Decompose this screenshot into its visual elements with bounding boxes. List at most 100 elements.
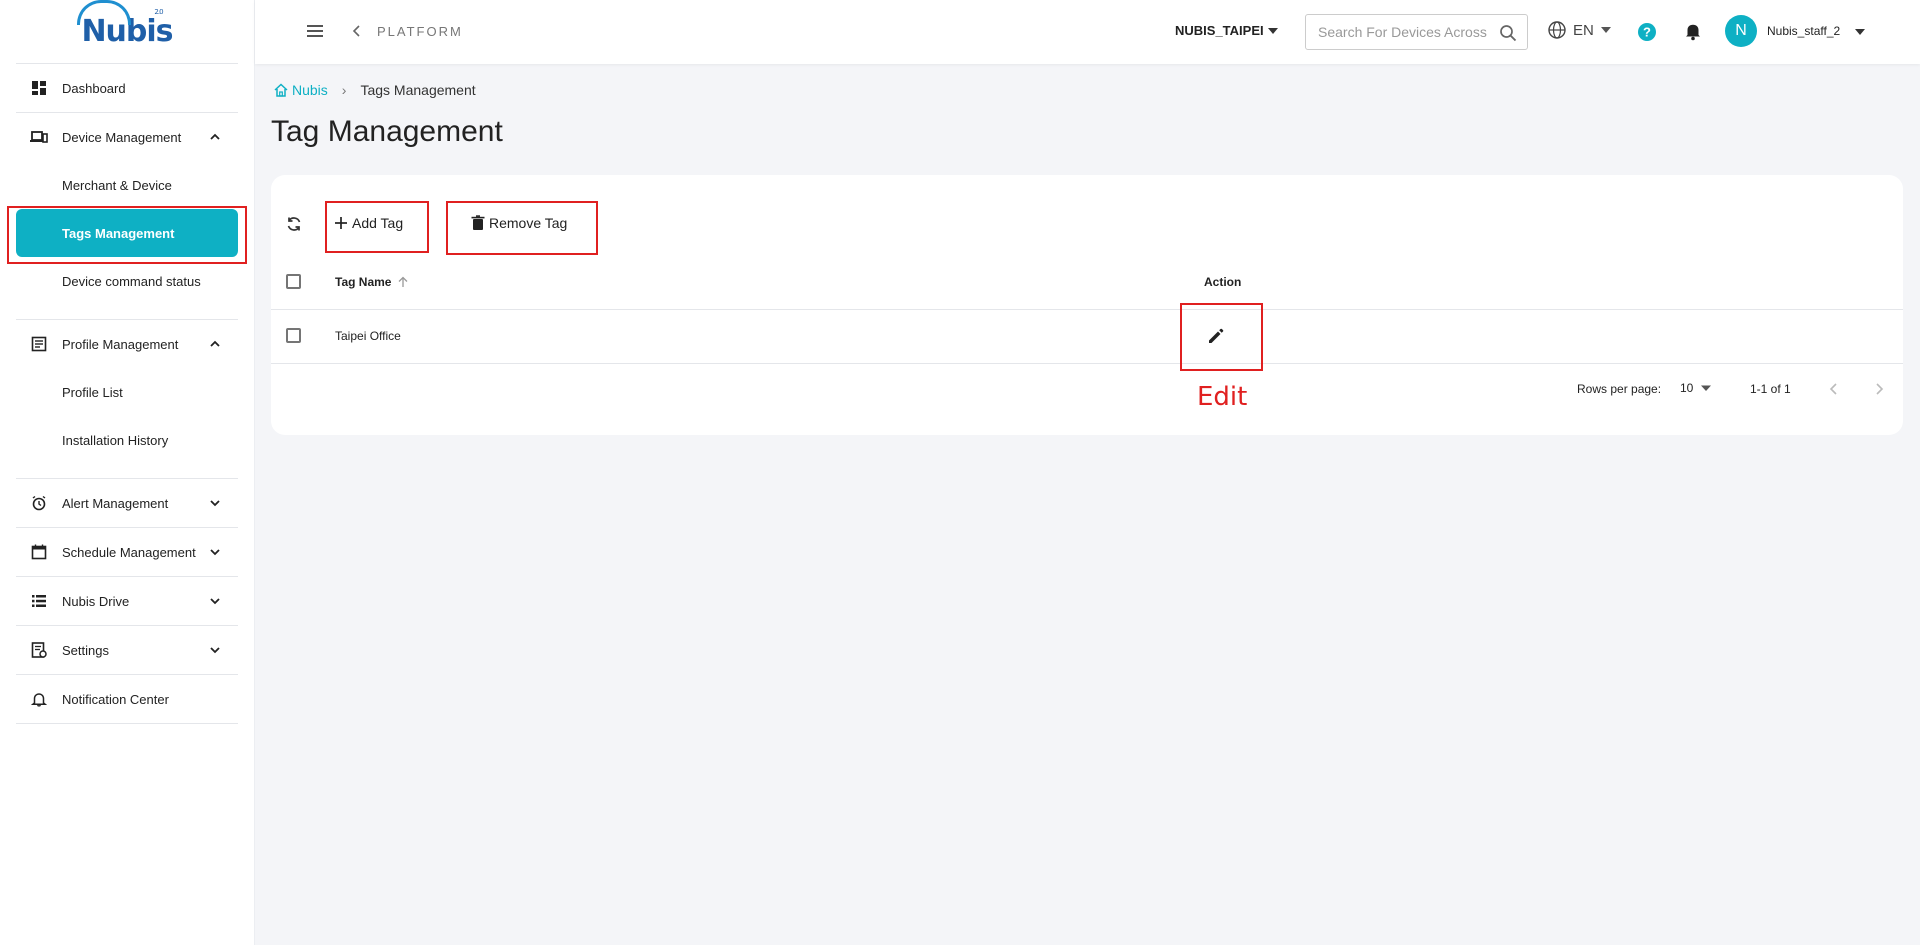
caret-down-icon — [1600, 27, 1611, 33]
trash-icon — [471, 215, 485, 230]
avatar[interactable]: N — [1725, 15, 1757, 47]
nav-group-alert-management: Alert Management — [16, 479, 238, 528]
devices-icon — [30, 128, 48, 146]
sidebar-item-schedule-management[interactable]: Schedule Management — [16, 528, 238, 576]
rows-per-page-value: 10 — [1680, 381, 1694, 395]
tag-name-cell: Taipei Office — [335, 329, 401, 343]
svg-text:?: ? — [1643, 25, 1651, 40]
language-selector[interactable]: EN — [1547, 20, 1611, 40]
chevron-down-icon — [210, 598, 220, 605]
home-icon — [274, 83, 288, 97]
chevron-up-icon — [210, 133, 220, 140]
nav-group-dashboard: Dashboard — [16, 64, 238, 113]
sidebar-item-device-management[interactable]: Device Management — [16, 113, 238, 161]
calendar-icon — [30, 543, 48, 561]
previous-page-icon[interactable] — [1827, 382, 1841, 396]
sidebar-item-label: Settings — [62, 642, 109, 658]
sidebar-item-tags-management[interactable]: Tags Management — [16, 209, 238, 257]
sidebar-item-label: Nubis Drive — [62, 593, 130, 609]
nav-group-profile-management: Profile Management Profile List Installa… — [16, 320, 238, 479]
pagination-range: 1-1 of 1 — [1750, 382, 1791, 396]
logo-wordmark: Nubis — [81, 14, 173, 49]
search-input[interactable] — [1318, 24, 1488, 40]
globe-icon — [1548, 21, 1566, 39]
page-title: Tag Management — [271, 115, 503, 148]
sidebar-item-label: Profile Management — [62, 336, 179, 352]
sidebar: Nubis 2.0 Dashboard Device Management Me… — [0, 0, 255, 945]
chevron-down-icon — [210, 549, 220, 556]
sidebar-item-installation-history[interactable]: Installation History — [16, 416, 238, 464]
sidebar-item-device-command-status[interactable]: Device command status — [16, 257, 238, 305]
remove-tag-button[interactable]: Remove Tag — [471, 205, 567, 241]
sort-arrow-up-icon — [399, 276, 408, 287]
sidebar-item-label: Dashboard — [62, 80, 126, 96]
add-tag-button[interactable]: Add Tag — [334, 205, 403, 241]
sidebar-item-label: Notification Center — [62, 691, 169, 707]
search-box — [1305, 14, 1528, 50]
chevron-left-icon[interactable] — [350, 24, 364, 38]
caret-down-icon[interactable] — [1268, 27, 1278, 35]
breadcrumb-separator: › — [341, 82, 347, 98]
menu-icon[interactable] — [306, 22, 324, 40]
rows-per-page-select[interactable]: 10 — [1680, 381, 1712, 395]
sidebar-item-label: Device Management — [62, 129, 182, 145]
nav-group-nubis-drive: Nubis Drive — [16, 577, 238, 626]
nav-group-schedule-management: Schedule Management — [16, 528, 238, 577]
list-icon — [30, 592, 48, 610]
row-checkbox[interactable] — [286, 328, 301, 343]
chevron-up-icon — [210, 340, 220, 347]
sidebar-item-profile-management[interactable]: Profile Management — [16, 320, 238, 368]
breadcrumb: Nubis › Tags Management — [273, 82, 476, 98]
breadcrumb-home-label: Nubis — [292, 82, 328, 98]
settings-doc-icon — [30, 641, 48, 659]
sidebar-item-settings[interactable]: Settings — [16, 626, 238, 674]
username[interactable]: Nubis_staff_2 — [1767, 24, 1840, 38]
refresh-icon[interactable] — [285, 215, 303, 233]
dashboard-icon — [30, 79, 48, 97]
rows-per-page-label: Rows per page: — [1577, 382, 1662, 396]
sidebar-item-alert-management[interactable]: Alert Management — [16, 479, 238, 527]
profile-icon — [30, 335, 48, 353]
logo-version: 2.0 — [154, 8, 163, 16]
chevron-down-icon — [210, 500, 220, 507]
sidebar-item-label: Schedule Management — [62, 544, 196, 560]
row-divider — [271, 363, 1903, 364]
caret-down-icon — [1701, 385, 1712, 391]
topbar: PLATFORM NUBIS_TAIPEI EN ? N Nubis_staff… — [255, 0, 1920, 64]
caret-down-icon[interactable] — [1855, 28, 1865, 36]
logo: Nubis 2.0 — [16, 0, 238, 64]
sidebar-item-profile-list[interactable]: Profile List — [16, 368, 238, 416]
plus-icon — [335, 217, 347, 229]
platform-label: PLATFORM — [377, 24, 463, 39]
sidebar-item-dashboard[interactable]: Dashboard — [16, 64, 238, 112]
nav-group-settings: Settings — [16, 626, 238, 675]
column-header-tag-name-label: Tag Name — [335, 275, 392, 289]
search-icon[interactable] — [1499, 24, 1517, 42]
language-label: EN — [1573, 21, 1594, 39]
bell-outline-icon — [30, 690, 48, 708]
select-all-checkbox[interactable] — [286, 274, 301, 289]
sidebar-item-label: Alert Management — [62, 495, 169, 511]
next-page-icon[interactable] — [1872, 382, 1886, 396]
header-divider — [271, 309, 1903, 310]
chevron-down-icon — [210, 647, 220, 654]
logo-text: Nubis 2.0 — [77, 0, 174, 49]
edit-annotation-label: Edit — [1197, 382, 1248, 412]
remove-tag-label: Remove Tag — [489, 215, 568, 231]
tags-table-card: Add Tag Remove Tag Tag Name Action Taipe… — [271, 175, 1903, 435]
column-header-tag-name[interactable]: Tag Name — [335, 275, 409, 289]
nav-group-notification-center: Notification Center — [16, 675, 238, 724]
bell-icon[interactable] — [1683, 21, 1703, 41]
sidebar-item-notification-center[interactable]: Notification Center — [16, 675, 238, 723]
sidebar-item-nubis-drive[interactable]: Nubis Drive — [16, 577, 238, 625]
org-selector[interactable]: NUBIS_TAIPEI — [1175, 23, 1264, 38]
nav-group-device-management: Device Management Merchant & Device Tags… — [16, 113, 238, 320]
pencil-icon[interactable] — [1207, 327, 1225, 345]
alarm-icon — [30, 494, 48, 512]
help-icon[interactable]: ? — [1637, 22, 1657, 42]
sidebar-item-merchant-device[interactable]: Merchant & Device — [16, 161, 238, 209]
column-header-action: Action — [1204, 275, 1242, 289]
breadcrumb-current: Tags Management — [360, 82, 476, 98]
breadcrumb-home[interactable]: Nubis — [273, 82, 328, 98]
add-tag-label: Add Tag — [352, 215, 404, 231]
